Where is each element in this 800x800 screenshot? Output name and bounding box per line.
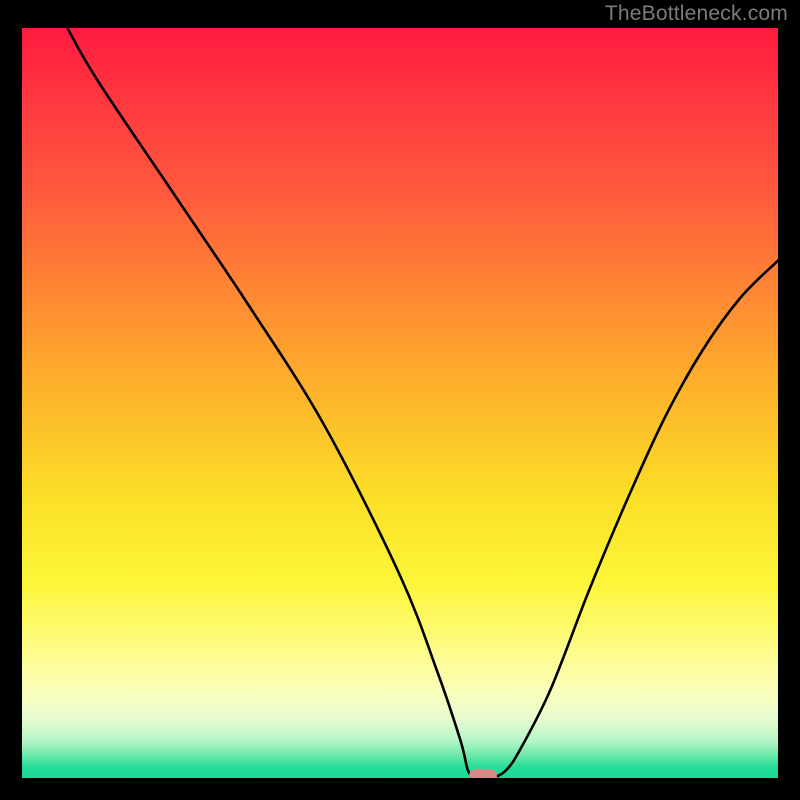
plot-area bbox=[22, 28, 778, 778]
optimum-marker bbox=[469, 769, 497, 778]
curve-path bbox=[67, 28, 778, 778]
bottleneck-curve bbox=[22, 28, 778, 778]
watermark-text: TheBottleneck.com bbox=[605, 2, 788, 26]
chart-container: TheBottleneck.com bbox=[0, 0, 800, 800]
